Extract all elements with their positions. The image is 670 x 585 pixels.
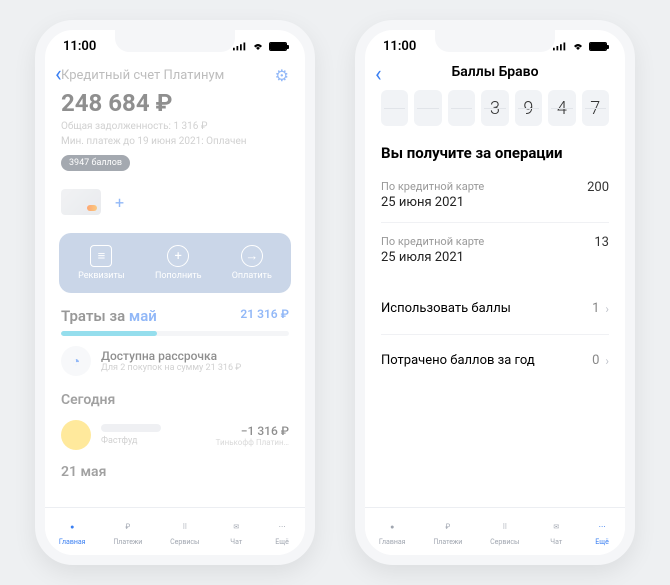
tab-more[interactable]: ⋯ Ещё <box>593 518 611 546</box>
digit: 7 <box>582 90 609 126</box>
spent-year-row[interactable]: Потрачено баллов за год 0 › <box>365 339 625 382</box>
chat-icon: ✉ <box>547 518 565 536</box>
status-time: 11:00 <box>383 39 416 54</box>
debt-line: Общая задолженность: 1 316 ₽ <box>61 121 289 132</box>
arrow-icon: → <box>241 245 263 267</box>
wifi-icon <box>571 41 585 51</box>
digit: 4 <box>548 90 575 126</box>
tab-payments[interactable]: ₽ Платежи <box>113 518 142 546</box>
tab-chat[interactable]: ✉ Чат <box>227 518 245 546</box>
divider <box>381 222 609 223</box>
digit: 3 <box>481 90 508 126</box>
action-details[interactable]: ≡ Реквизиты <box>78 245 125 281</box>
account-balance: 248 684 ₽ <box>61 89 289 117</box>
actions-bar: ≡ Реквизиты + Пополнить → Оплатить <box>59 233 291 293</box>
date-header: 21 мая <box>45 458 305 484</box>
digit <box>381 90 408 126</box>
home-icon: ● <box>63 518 81 536</box>
chevron-right-icon: › <box>605 354 609 368</box>
notch <box>435 30 555 52</box>
phone-right: 11:00 ‹ Баллы Браво 3 9 4 7 Вы получите … <box>355 20 635 565</box>
operations-section-title: Вы получите за операции <box>365 140 625 172</box>
merchant-name-blurred <box>101 424 161 432</box>
back-button[interactable]: ‹ <box>55 62 62 87</box>
clock-icon: ◔ <box>61 346 91 376</box>
services-icon: ⠿ <box>496 518 514 536</box>
battery-icon <box>269 42 287 51</box>
battery-icon <box>589 42 607 51</box>
operation-row[interactable]: По кредитной карте 25 июля 2021 13 <box>365 227 625 273</box>
signal-icon <box>233 41 247 51</box>
today-header: Сегодня <box>45 386 305 412</box>
installment-row[interactable]: ◔ Доступна рассрочка Для 2 покупок на су… <box>45 336 305 386</box>
divider <box>381 334 609 335</box>
payments-icon: ₽ <box>439 518 457 536</box>
more-icon: ⋯ <box>273 518 291 536</box>
add-card-button[interactable]: + <box>115 193 124 212</box>
status-time: 11:00 <box>63 39 96 54</box>
points-counter: 3 9 4 7 <box>365 90 625 140</box>
chevron-right-icon: › <box>605 302 609 316</box>
points-pill[interactable]: 3947 баллов <box>61 155 130 171</box>
phone-left: 11:00 ‹ Кредитный счет Платинум ⚙ 248 68… <box>35 20 315 565</box>
status-icons <box>553 41 607 51</box>
use-points-row[interactable]: Использовать баллы 1 › <box>365 287 625 330</box>
wifi-icon <box>251 41 265 51</box>
merchant-icon <box>61 420 91 450</box>
signal-icon <box>553 41 567 51</box>
action-topup[interactable]: + Пополнить <box>155 245 202 281</box>
payment-line: Мин. платеж до 19 июня 2021: Оплачен <box>61 136 289 147</box>
tab-services[interactable]: ⠿ Сервисы <box>490 518 519 546</box>
operation-row[interactable]: По кредитной карте 25 июня 2021 200 <box>365 172 625 218</box>
digit <box>414 90 441 126</box>
action-pay[interactable]: → Оплатить <box>232 245 272 281</box>
home-icon: ● <box>383 518 401 536</box>
tab-home[interactable]: ● Главная <box>59 518 86 546</box>
tab-payments[interactable]: ₽ Платежи <box>433 518 462 546</box>
status-icons <box>233 41 287 51</box>
tab-chat[interactable]: ✉ Чат <box>547 518 565 546</box>
services-icon: ⠿ <box>176 518 194 536</box>
tab-bar: ● Главная ₽ Платежи ⠿ Сервисы ✉ Чат ⋯ Ещ… <box>45 507 305 555</box>
more-icon: ⋯ <box>593 518 611 536</box>
tab-services[interactable]: ⠿ Сервисы <box>170 518 199 546</box>
gear-icon[interactable]: ⚙ <box>275 66 289 85</box>
tab-home[interactable]: ● Главная <box>379 518 406 546</box>
cards-row: + <box>45 175 305 229</box>
transaction-row[interactable]: Фастфуд −1 316 ₽ Тинькофф Платин… <box>45 412 305 458</box>
page-title: Баллы Браво <box>365 58 625 90</box>
notch <box>115 30 235 52</box>
tab-bar: ● Главная ₽ Платежи ⠿ Сервисы ✉ Чат ⋯ Ещ… <box>365 507 625 555</box>
spending-section[interactable]: Траты за май 21 316 ₽ <box>45 297 305 331</box>
account-title: Кредитный счет Платинум <box>61 68 224 83</box>
plus-icon: + <box>167 245 189 267</box>
digit <box>448 90 475 126</box>
tab-more[interactable]: ⋯ Ещё <box>273 518 291 546</box>
payments-icon: ₽ <box>119 518 137 536</box>
back-button[interactable]: ‹ <box>375 62 382 87</box>
chat-icon: ✉ <box>227 518 245 536</box>
card-thumbnail[interactable] <box>61 189 101 215</box>
digit: 9 <box>515 90 542 126</box>
document-icon: ≡ <box>90 245 112 267</box>
